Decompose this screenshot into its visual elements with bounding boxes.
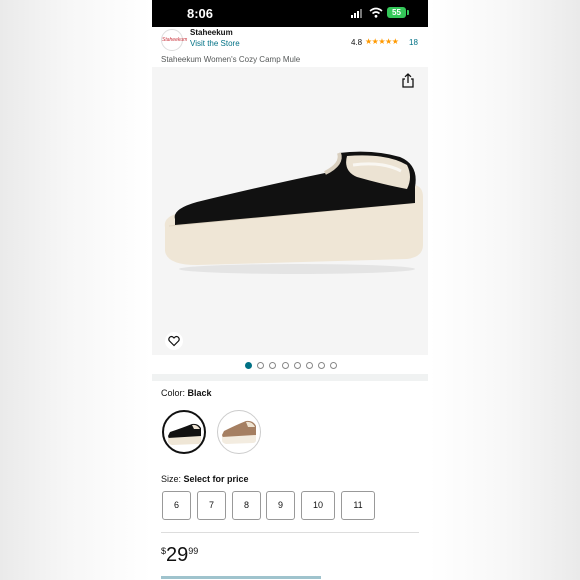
- product-title: Staheekum Women's Cozy Camp Mule: [161, 55, 301, 64]
- price-fraction: 99: [188, 546, 199, 556]
- pagination-dot[interactable]: [306, 362, 313, 369]
- size-prompt: Select for price: [183, 474, 249, 484]
- size-option-11[interactable]: 11: [341, 491, 375, 520]
- price: $2999: [161, 544, 198, 567]
- seller-name: Staheekum: [190, 28, 233, 37]
- color-swatch-black[interactable]: [162, 410, 206, 454]
- selected-color: Black: [187, 388, 212, 398]
- image-pagination: [152, 360, 428, 370]
- seller-row: Staheekum Staheekum Visit the Store 4.8 …: [152, 27, 428, 52]
- status-bar: 8:06 55: [152, 0, 428, 27]
- price-divider: [161, 532, 419, 533]
- swatch-image-tan: [222, 420, 256, 444]
- section-divider: [152, 374, 428, 381]
- pagination-dot[interactable]: [293, 362, 301, 369]
- price-currency: $: [161, 546, 167, 556]
- seller-logo[interactable]: Staheekum: [161, 29, 187, 51]
- color-label: Color: Black: [161, 388, 212, 398]
- product-image-gallery[interactable]: [152, 67, 428, 355]
- share-icon[interactable]: [401, 73, 415, 88]
- price-whole: 29: [166, 544, 189, 566]
- review-count-link[interactable]: 18: [409, 38, 418, 47]
- size-option-8[interactable]: 8: [232, 491, 261, 520]
- status-time: 8:06: [187, 6, 214, 21]
- color-swatch-tan[interactable]: [217, 410, 261, 454]
- pagination-dot[interactable]: [257, 362, 265, 369]
- size-option-7[interactable]: 7: [197, 491, 226, 520]
- visit-store-link[interactable]: Visit the Store: [190, 39, 240, 48]
- size-label: Size: Select for price: [161, 474, 249, 484]
- pagination-dot[interactable]: [269, 362, 277, 369]
- size-option-9[interactable]: 9: [266, 491, 295, 520]
- pagination-dot[interactable]: [281, 362, 289, 369]
- pagination-dot[interactable]: [318, 362, 326, 369]
- wishlist-button[interactable]: [165, 332, 183, 350]
- size-label-prefix: Size:: [161, 474, 182, 484]
- rating-stars[interactable]: ★★★★★: [365, 37, 399, 46]
- delivery-info-link[interactable]: [161, 576, 321, 579]
- battery-icon: 55: [387, 7, 406, 18]
- swatch-image-black: [168, 423, 201, 445]
- rating-value: 4.8: [351, 38, 363, 47]
- pagination-dot[interactable]: [245, 362, 252, 369]
- phone-screen: 8:06 55 Staheekum Staheekum Visit the St…: [152, 0, 428, 580]
- size-option-6[interactable]: 6: [162, 491, 191, 520]
- size-option-10[interactable]: 10: [301, 491, 335, 520]
- heart-icon: [168, 335, 180, 347]
- battery-tip: [407, 10, 409, 15]
- wifi-icon: [369, 7, 383, 18]
- product-image-shoe: [164, 151, 423, 274]
- color-label-prefix: Color:: [161, 388, 186, 398]
- signal-icon: [351, 9, 362, 18]
- pagination-dot[interactable]: [330, 362, 338, 369]
